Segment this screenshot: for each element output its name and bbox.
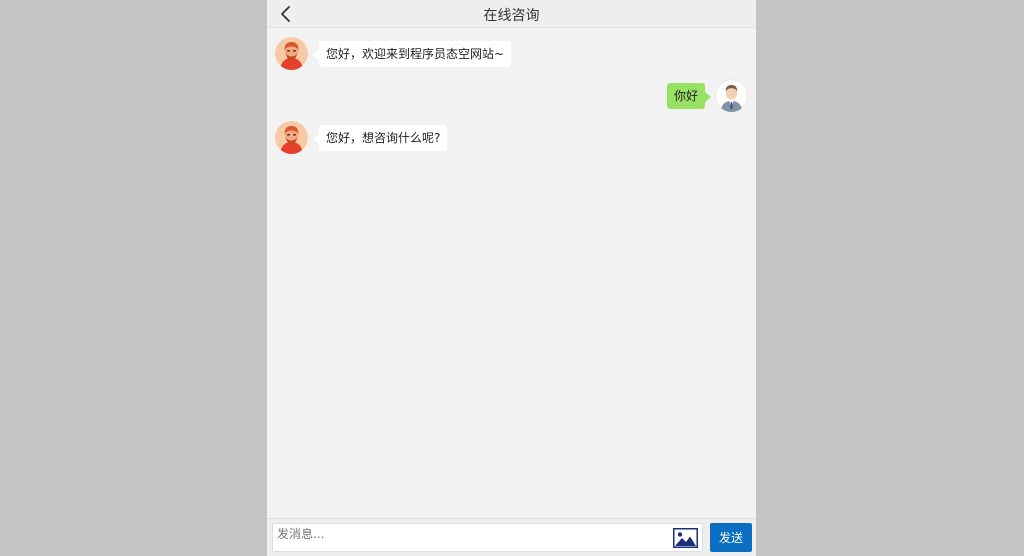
message-row: 您好，欢迎来到程序员态空网站~ — [275, 37, 512, 70]
message-row: 您好，想咨询什么呢? — [275, 121, 448, 154]
page-title: 在线咨询 — [483, 8, 540, 24]
message-input[interactable] — [275, 525, 671, 550]
chat-window: 在线咨询 您好，欢迎来到程序员态空网站~ 你好 您好，想咨询什么呢? 发消息..… — [267, 0, 756, 556]
message-row: 你好 — [666, 79, 748, 112]
message-input-box — [272, 523, 703, 552]
message-bubble: 您好，欢迎来到程序员态空网站~ — [312, 40, 512, 67]
user-avatar — [715, 79, 748, 112]
agent-avatar — [275, 37, 308, 70]
chat-header: 在线咨询 — [267, 0, 756, 28]
message-bubble: 您好，想咨询什么呢? — [312, 124, 448, 151]
image-icon[interactable] — [673, 528, 698, 548]
message-bubble: 你好 — [666, 82, 712, 109]
agent-avatar — [275, 121, 308, 154]
composer-bar: 发送 — [267, 518, 756, 556]
send-button[interactable]: 发送 — [710, 523, 752, 552]
